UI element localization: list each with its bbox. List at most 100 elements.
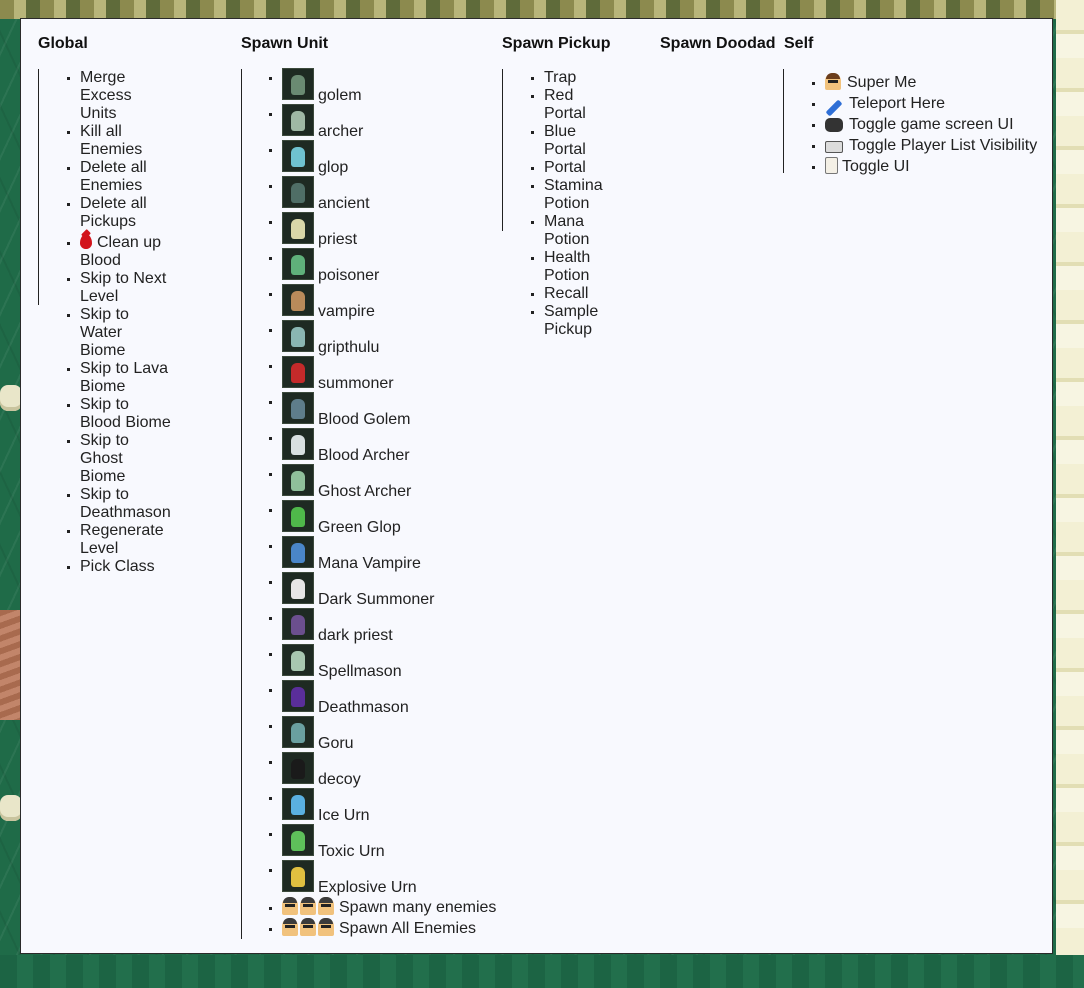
unit-portrait-icon <box>282 536 314 568</box>
pickup-item-mana-potion[interactable]: Mana Potion <box>544 213 603 249</box>
unit-portrait-icon <box>282 752 314 784</box>
spawn-unit-label[interactable]: gripthulu <box>318 339 379 357</box>
spawn-pickup-title: Spawn Pickup <box>502 35 611 52</box>
enemy-faces-icon-group <box>282 918 336 941</box>
spawn-unit-item[interactable]: Ghost Archer <box>282 464 496 501</box>
pickup-item-portal[interactable]: Portal <box>544 159 603 177</box>
global-item-pick-class[interactable]: Pick Class <box>80 558 171 576</box>
person-icon <box>300 897 316 915</box>
spawn-unit-label[interactable]: Toxic Urn <box>318 843 385 861</box>
spawn-unit-item[interactable]: Blood Archer <box>282 428 496 465</box>
self-item-super-me[interactable]: Super Me <box>825 72 1037 93</box>
spawn-unit-item[interactable]: poisoner <box>282 248 496 285</box>
spawn-unit-item[interactable]: archer <box>282 104 496 141</box>
spawn-unit-label[interactable]: Ice Urn <box>318 807 370 825</box>
spawn-unit-item[interactable]: vampire <box>282 284 496 321</box>
spawn-unit-label[interactable]: Mana Vampire <box>318 555 421 573</box>
spawn-unit-label[interactable]: Spellmason <box>318 663 402 681</box>
blood-drop-icon <box>80 234 92 249</box>
spawn-unit-label[interactable]: Deathmason <box>318 699 409 717</box>
spawn-unit-label[interactable]: Goru <box>318 735 354 753</box>
self-item-toggle-player-list[interactable]: Toggle Player List Visibility <box>825 135 1037 156</box>
spawn-unit-item[interactable]: decoy <box>282 752 496 789</box>
spawn-unit-item[interactable]: Deathmason <box>282 680 496 717</box>
spawn-unit-item[interactable]: dark priest <box>282 608 496 645</box>
spawn-all-enemies-item[interactable]: Spawn All Enemies <box>282 918 496 939</box>
global-item-skip-lava-biome[interactable]: Skip to Lava Biome <box>80 360 171 396</box>
spawn-unit-item[interactable]: golem <box>282 68 496 105</box>
spawn-unit-label[interactable]: Green Glop <box>318 519 401 537</box>
self-item-toggle-game-screen-ui[interactable]: Toggle game screen UI <box>825 114 1037 135</box>
spawn-unit-item[interactable]: summoner <box>282 356 496 393</box>
unit-portrait-icon <box>282 248 314 280</box>
spawn-unit-item[interactable]: Mana Vampire <box>282 536 496 573</box>
spawn-unit-label[interactable]: archer <box>318 123 363 141</box>
spawn-many-enemies-item[interactable]: Spawn many enemies <box>282 897 496 918</box>
person-icon <box>318 897 334 915</box>
global-item-skip-ghost-biome[interactable]: Skip to Ghost Biome <box>80 432 171 486</box>
spawn-unit-item[interactable]: Toxic Urn <box>282 824 496 861</box>
spawn-unit-label[interactable]: glop <box>318 159 348 177</box>
spawn-unit-item[interactable]: Ice Urn <box>282 788 496 825</box>
global-item-regenerate-level[interactable]: Regenerate Level <box>80 522 171 558</box>
pickup-item-recall[interactable]: Recall <box>544 285 603 303</box>
unit-portrait-icon <box>282 68 314 100</box>
spawn-unit-label[interactable]: Ghost Archer <box>318 483 411 501</box>
pickup-item-trap[interactable]: Trap <box>544 69 603 87</box>
spawn-unit-label[interactable]: Blood Archer <box>318 447 410 465</box>
unit-portrait-icon <box>282 356 314 388</box>
spawn-unit-label[interactable]: dark priest <box>318 627 393 645</box>
card-icon <box>825 157 838 174</box>
spawn-unit-label[interactable]: golem <box>318 87 362 105</box>
spawn-unit-item[interactable]: priest <box>282 212 496 249</box>
spawn-multi-label[interactable]: Spawn many enemies <box>339 899 496 916</box>
gamepad-icon <box>825 118 843 132</box>
pickup-item-sample-pickup[interactable]: Sample Pickup <box>544 303 603 339</box>
global-item-skip-water-biome[interactable]: Skip to Water Biome <box>80 306 171 360</box>
spawn-unit-label[interactable]: Blood Golem <box>318 411 411 429</box>
pickup-item-stamina-potion[interactable]: Stamina Potion <box>544 177 603 213</box>
self-item-toggle-ui[interactable]: Toggle UI <box>825 156 1037 177</box>
spawn-unit-label[interactable]: ancient <box>318 195 370 213</box>
game-background-bottom-grass <box>0 955 1084 988</box>
pickup-item-blue-portal[interactable]: Blue Portal <box>544 123 603 159</box>
global-item-skip-next-level[interactable]: Skip to Next Level <box>80 270 171 306</box>
game-background-dirt-path <box>0 610 22 720</box>
pickup-item-red-portal[interactable]: Red Portal <box>544 87 603 123</box>
spawn-unit-label[interactable]: poisoner <box>318 267 379 285</box>
spawn-unit-item[interactable]: Blood Golem <box>282 392 496 429</box>
spawn-multi-label[interactable]: Spawn All Enemies <box>339 920 476 937</box>
person-icon <box>282 918 298 936</box>
unit-portrait-icon <box>282 608 314 640</box>
self-item-teleport-here[interactable]: Teleport Here <box>825 93 1037 117</box>
spawn-unit-label[interactable]: priest <box>318 231 357 249</box>
spawn-unit-item[interactable]: ancient <box>282 176 496 213</box>
global-item-kill-all-enemies[interactable]: Kill all Enemies <box>80 123 171 159</box>
spawn-unit-list: golem archer glop ancient priest poisoner vamp… <box>241 68 496 939</box>
spawn-unit-item[interactable]: Dark Summoner <box>282 572 496 609</box>
spawn-unit-item[interactable]: Explosive Urn <box>282 860 496 897</box>
spawn-unit-label[interactable]: summoner <box>318 375 394 393</box>
unit-portrait-icon <box>282 680 314 712</box>
spawn-unit-item[interactable]: Spellmason <box>282 644 496 681</box>
global-item-clean-up-blood[interactable]: Clean up Blood <box>80 234 171 270</box>
global-item-skip-deathmason[interactable]: Skip to Deathmason <box>80 486 171 522</box>
spawn-unit-label[interactable]: decoy <box>318 771 361 789</box>
unit-portrait-icon <box>282 320 314 352</box>
global-item-merge-excess-units[interactable]: Merge Excess Units <box>80 69 171 123</box>
spawn-unit-item[interactable]: Goru <box>282 716 496 753</box>
unit-portrait-icon <box>282 104 314 136</box>
spawn-unit-label[interactable]: vampire <box>318 303 375 321</box>
global-item-delete-all-enemies[interactable]: Delete all Enemies <box>80 159 171 195</box>
spawn-unit-label[interactable]: Dark Summoner <box>318 591 434 609</box>
spawn-unit-item[interactable]: glop <box>282 140 496 177</box>
global-item-delete-all-pickups[interactable]: Delete all Pickups <box>80 195 171 231</box>
pickup-item-health-potion[interactable]: Health Potion <box>544 249 603 285</box>
global-item-skip-blood-biome[interactable]: Skip to Blood Biome <box>80 396 171 432</box>
spawn-unit-item[interactable]: gripthulu <box>282 320 496 357</box>
person-icon <box>825 73 841 90</box>
global-title: Global <box>38 35 88 52</box>
spawn-unit-label[interactable]: Explosive Urn <box>318 879 417 897</box>
unit-portrait-icon <box>282 140 314 172</box>
spawn-unit-item[interactable]: Green Glop <box>282 500 496 537</box>
